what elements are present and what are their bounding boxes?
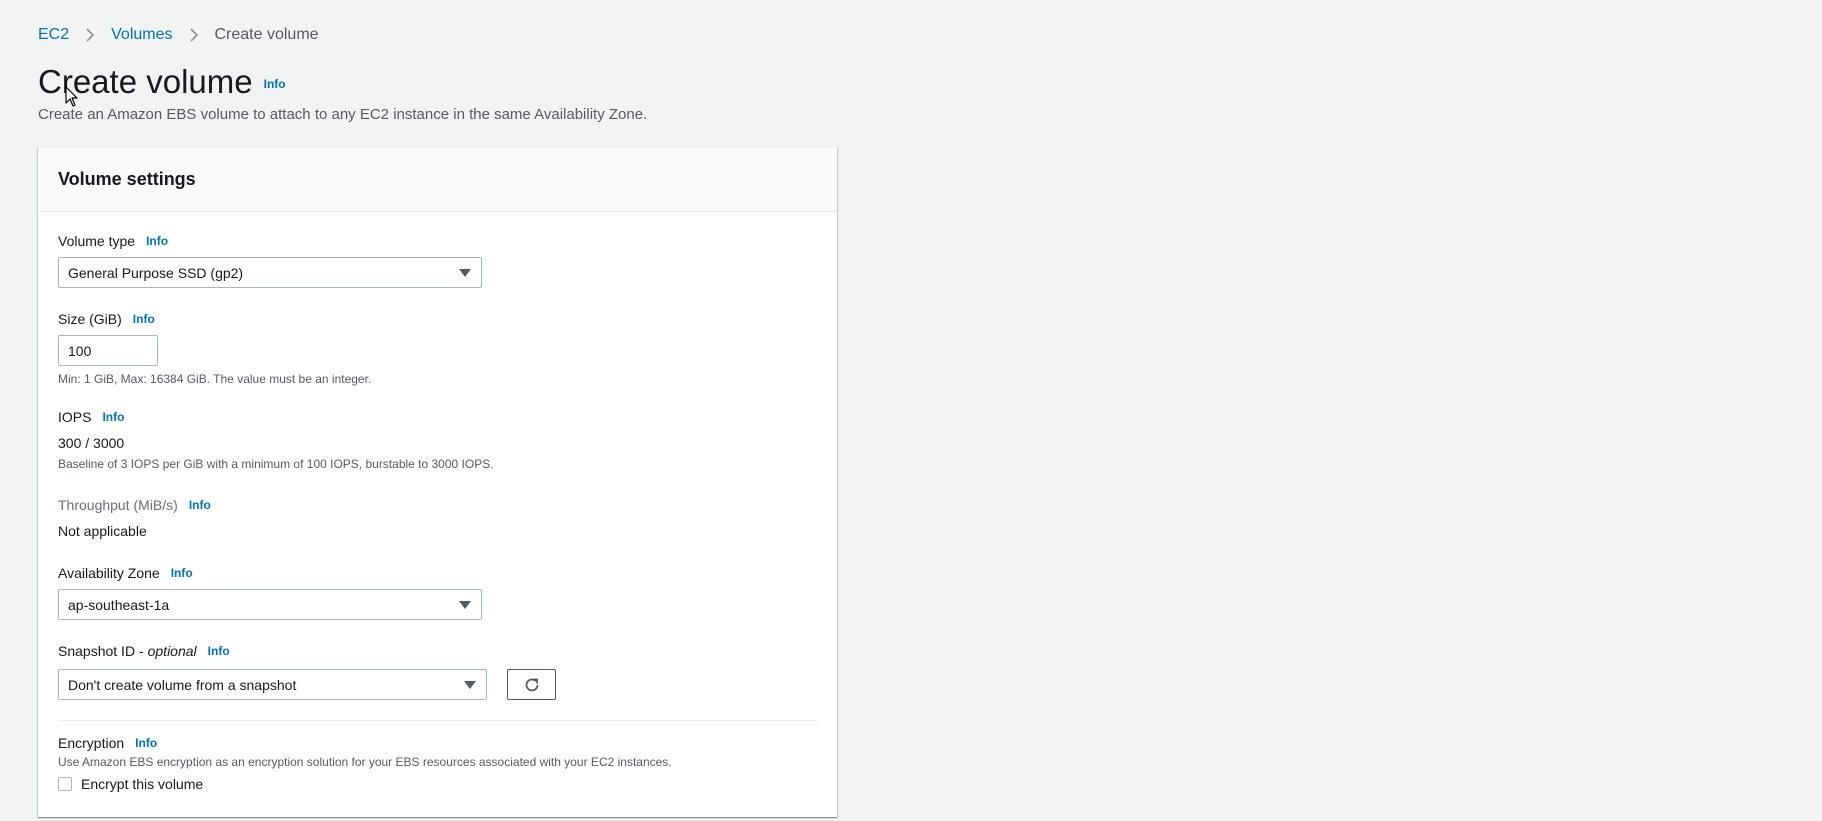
availability-zone-field: Availability Zone Info ap-southeast-1a [58, 563, 482, 620]
mouse-cursor-icon [65, 86, 78, 107]
size-input[interactable] [58, 335, 158, 366]
snapshot-value: Don't create volume from a snapshot [68, 676, 297, 693]
volume-type-select[interactable]: General Purpose SSD (gp2) [58, 257, 482, 288]
iops-label-row: IOPS Info [58, 407, 494, 427]
size-info-link[interactable]: Info [133, 309, 155, 329]
iops-info-link[interactable]: Info [102, 407, 124, 427]
availability-zone-label-row: Availability Zone Info [58, 563, 482, 583]
volume-settings-title: Volume settings [58, 168, 196, 189]
encryption-description: Use Amazon EBS encryption as an encrypti… [58, 755, 672, 769]
volume-type-field: Volume type Info General Purpose SSD (gp… [58, 231, 482, 288]
snapshot-label: Snapshot ID - [58, 643, 144, 659]
encryption-label: Encryption [58, 735, 125, 751]
availability-zone-info-link[interactable]: Info [171, 563, 193, 583]
page-info-link[interactable]: Info [264, 77, 286, 91]
encryption-field: Encryption Info Use Amazon EBS encryptio… [58, 733, 672, 792]
snapshot-label-row: Snapshot ID - optional Info [58, 641, 556, 661]
snapshot-info-link[interactable]: Info [208, 641, 230, 661]
encrypt-volume-label[interactable]: Encrypt this volume [81, 776, 203, 792]
throughput-field: Throughput (MiB/s) Info Not applicable [58, 495, 211, 541]
breadcrumb-current: Create volume [214, 26, 319, 43]
size-label-row: Size (GiB) Info [58, 309, 371, 329]
page: EC2 Volumes Create volume Create volume … [0, 0, 1822, 821]
refresh-icon [525, 678, 538, 691]
breadcrumb-volumes[interactable]: Volumes [111, 24, 172, 46]
page-description: Create an Amazon EBS volume to attach to… [38, 106, 648, 123]
breadcrumb-ec2[interactable]: EC2 [38, 24, 69, 46]
snapshot-control-row: Don't create volume from a snapshot [58, 669, 556, 700]
snapshot-field: Snapshot ID - optional Info Don't create… [58, 641, 556, 700]
caret-down-icon [464, 680, 476, 689]
size-label: Size (GiB) [58, 311, 122, 327]
throughput-info-link[interactable]: Info [189, 495, 211, 515]
snapshot-optional: optional [147, 643, 197, 659]
caret-down-icon [459, 268, 471, 277]
volume-type-value: General Purpose SSD (gp2) [68, 264, 244, 281]
breadcrumb: EC2 Volumes Create volume [38, 24, 319, 46]
encrypt-volume-checkbox[interactable] [58, 777, 72, 791]
availability-zone-label: Availability Zone [58, 565, 160, 581]
size-constraint: Min: 1 GiB, Max: 16384 GiB. The value mu… [58, 372, 372, 386]
throughput-label-row: Throughput (MiB/s) Info [58, 495, 211, 515]
volume-settings-header: Volume settings [38, 147, 837, 212]
refresh-snapshots-button[interactable] [507, 669, 556, 700]
iops-constraint: Baseline of 3 IOPS per GiB with a minimu… [58, 457, 494, 471]
encryption-label-row: Encryption Info [58, 733, 672, 753]
iops-field: IOPS Info 300 / 3000 Baseline of 3 IOPS … [58, 407, 494, 472]
caret-down-icon [459, 600, 471, 609]
volume-settings-panel: Volume settings Volume type Info General… [38, 146, 837, 817]
iops-label: IOPS [58, 409, 92, 425]
throughput-value: Not applicable [58, 523, 147, 539]
chevron-right-icon [186, 27, 202, 43]
section-divider [58, 720, 817, 721]
availability-zone-select[interactable]: ap-southeast-1a [58, 589, 482, 620]
volume-type-label-row: Volume type Info [58, 231, 482, 251]
volume-type-label: Volume type [58, 233, 136, 249]
size-field: Size (GiB) Info Min: 1 GiB, Max: 16384 G… [58, 309, 371, 387]
chevron-right-icon [82, 27, 98, 43]
throughput-label: Throughput (MiB/s) [58, 497, 178, 513]
encryption-info-link[interactable]: Info [135, 733, 157, 753]
iops-value: 300 / 3000 [58, 435, 125, 451]
snapshot-select[interactable]: Don't create volume from a snapshot [58, 669, 487, 700]
volume-type-info-link[interactable]: Info [146, 231, 168, 251]
encrypt-volume-row: Encrypt this volume [58, 776, 672, 792]
availability-zone-value: ap-southeast-1a [68, 596, 170, 613]
